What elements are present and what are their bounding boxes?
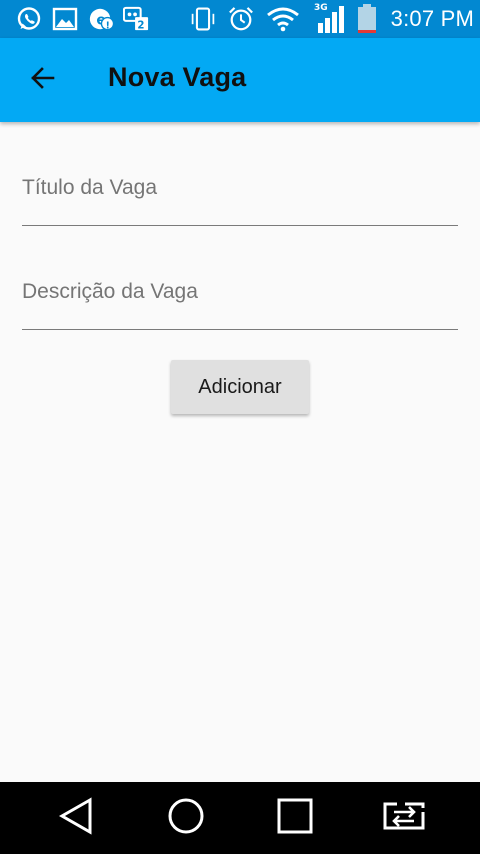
svg-text:!: ! xyxy=(106,20,110,31)
dual-window-icon xyxy=(381,800,427,836)
add-button[interactable]: Adicionar xyxy=(171,360,309,414)
status-time: 3:07 PM xyxy=(390,6,474,31)
home-circle-icon xyxy=(167,797,205,839)
app-bar: Nova Vaga xyxy=(0,38,480,122)
svg-text:2: 2 xyxy=(137,20,144,31)
signal-icon: 3G xyxy=(314,3,348,33)
vibrate-icon xyxy=(190,5,216,33)
nav-home-button[interactable] xyxy=(162,796,210,840)
status-bar: e! 2 3G 3:07 PM xyxy=(0,0,480,38)
recents-square-icon xyxy=(277,798,313,838)
page-title: Nova Vaga xyxy=(108,62,247,92)
battery-icon xyxy=(354,4,380,33)
back-triangle-icon xyxy=(58,797,94,839)
back-button[interactable] xyxy=(14,58,70,102)
nav-back-button[interactable] xyxy=(52,796,100,840)
job-title-field: Título da Vaga xyxy=(22,122,458,226)
notification-app-icon: e! xyxy=(88,5,114,33)
new-job-form: Título da Vaga Descrição da Vaga xyxy=(22,122,458,330)
network-type: 3G xyxy=(314,3,328,13)
system-nav-bar xyxy=(0,782,480,854)
job-description-input[interactable] xyxy=(22,276,458,330)
nav-dual-window-button[interactable] xyxy=(380,796,428,840)
chat-app-icon: 2 xyxy=(123,5,149,33)
job-title-input[interactable] xyxy=(22,172,458,226)
job-description-field: Descrição da Vaga xyxy=(22,226,458,330)
arrow-back-icon xyxy=(29,66,55,94)
alarm-icon xyxy=(228,5,254,33)
gallery-icon xyxy=(52,5,78,33)
wifi-icon xyxy=(266,5,300,33)
nav-recents-button[interactable] xyxy=(271,796,319,840)
job-description-underline xyxy=(22,328,458,330)
whatsapp-icon xyxy=(16,5,42,33)
